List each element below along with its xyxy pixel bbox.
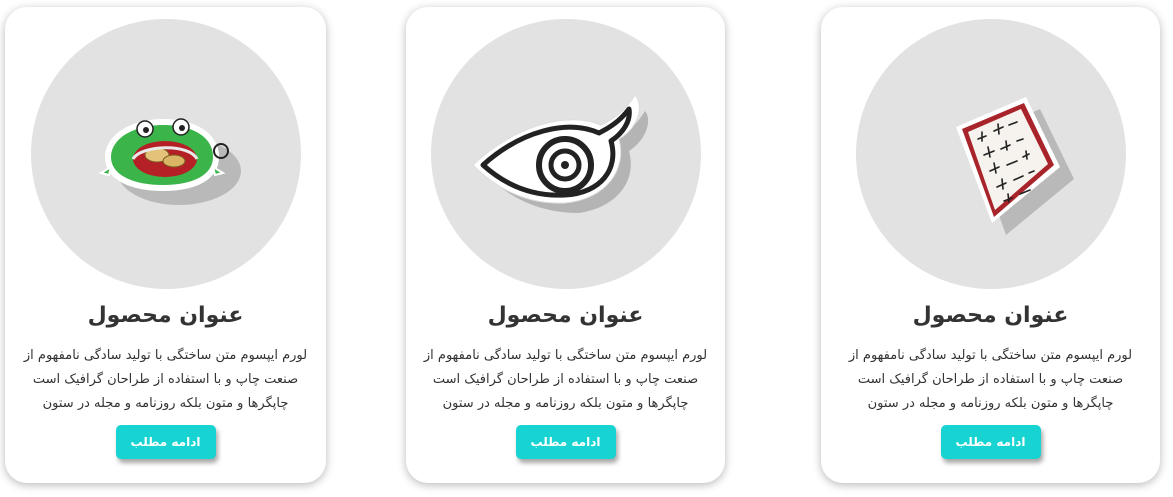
read-more-button[interactable]: ادامه مطلب: [515, 425, 616, 459]
product-image-circle[interactable]: [430, 19, 701, 289]
product-description: لورم ایپسوم متن ساختگی با تولید سادگی نا…: [848, 348, 1133, 411]
leaf-swirl-sticker-icon: [471, 94, 648, 213]
scroll-sticker-icon: [955, 97, 1074, 235]
product-title: عنوان محصول: [87, 303, 244, 328]
product-image-circle[interactable]: [855, 19, 1126, 289]
product-title: عنوان محصول: [912, 303, 1069, 328]
product-card: عنوان محصول لورم ایپسوم متن ساختگی با تو…: [5, 7, 326, 483]
frog-wallet-sticker-icon: [97, 118, 241, 205]
product-image-circle[interactable]: [30, 19, 301, 289]
product-cards-row: عنوان محصول لورم ایپسوم متن ساختگی با تو…: [0, 0, 1173, 497]
product-card: عنوان محصول لورم ایپسوم متن ساختگی با تو…: [821, 7, 1160, 483]
product-card: عنوان محصول لورم ایپسوم متن ساختگی با تو…: [406, 7, 725, 483]
read-more-button[interactable]: ادامه مطلب: [115, 425, 216, 459]
product-description: لورم ایپسوم متن ساختگی با تولید سادگی نا…: [23, 348, 308, 411]
product-description: لورم ایپسوم متن ساختگی با تولید سادگی نا…: [423, 348, 708, 411]
product-title: عنوان محصول: [487, 303, 644, 328]
read-more-button[interactable]: ادامه مطلب: [940, 425, 1041, 459]
